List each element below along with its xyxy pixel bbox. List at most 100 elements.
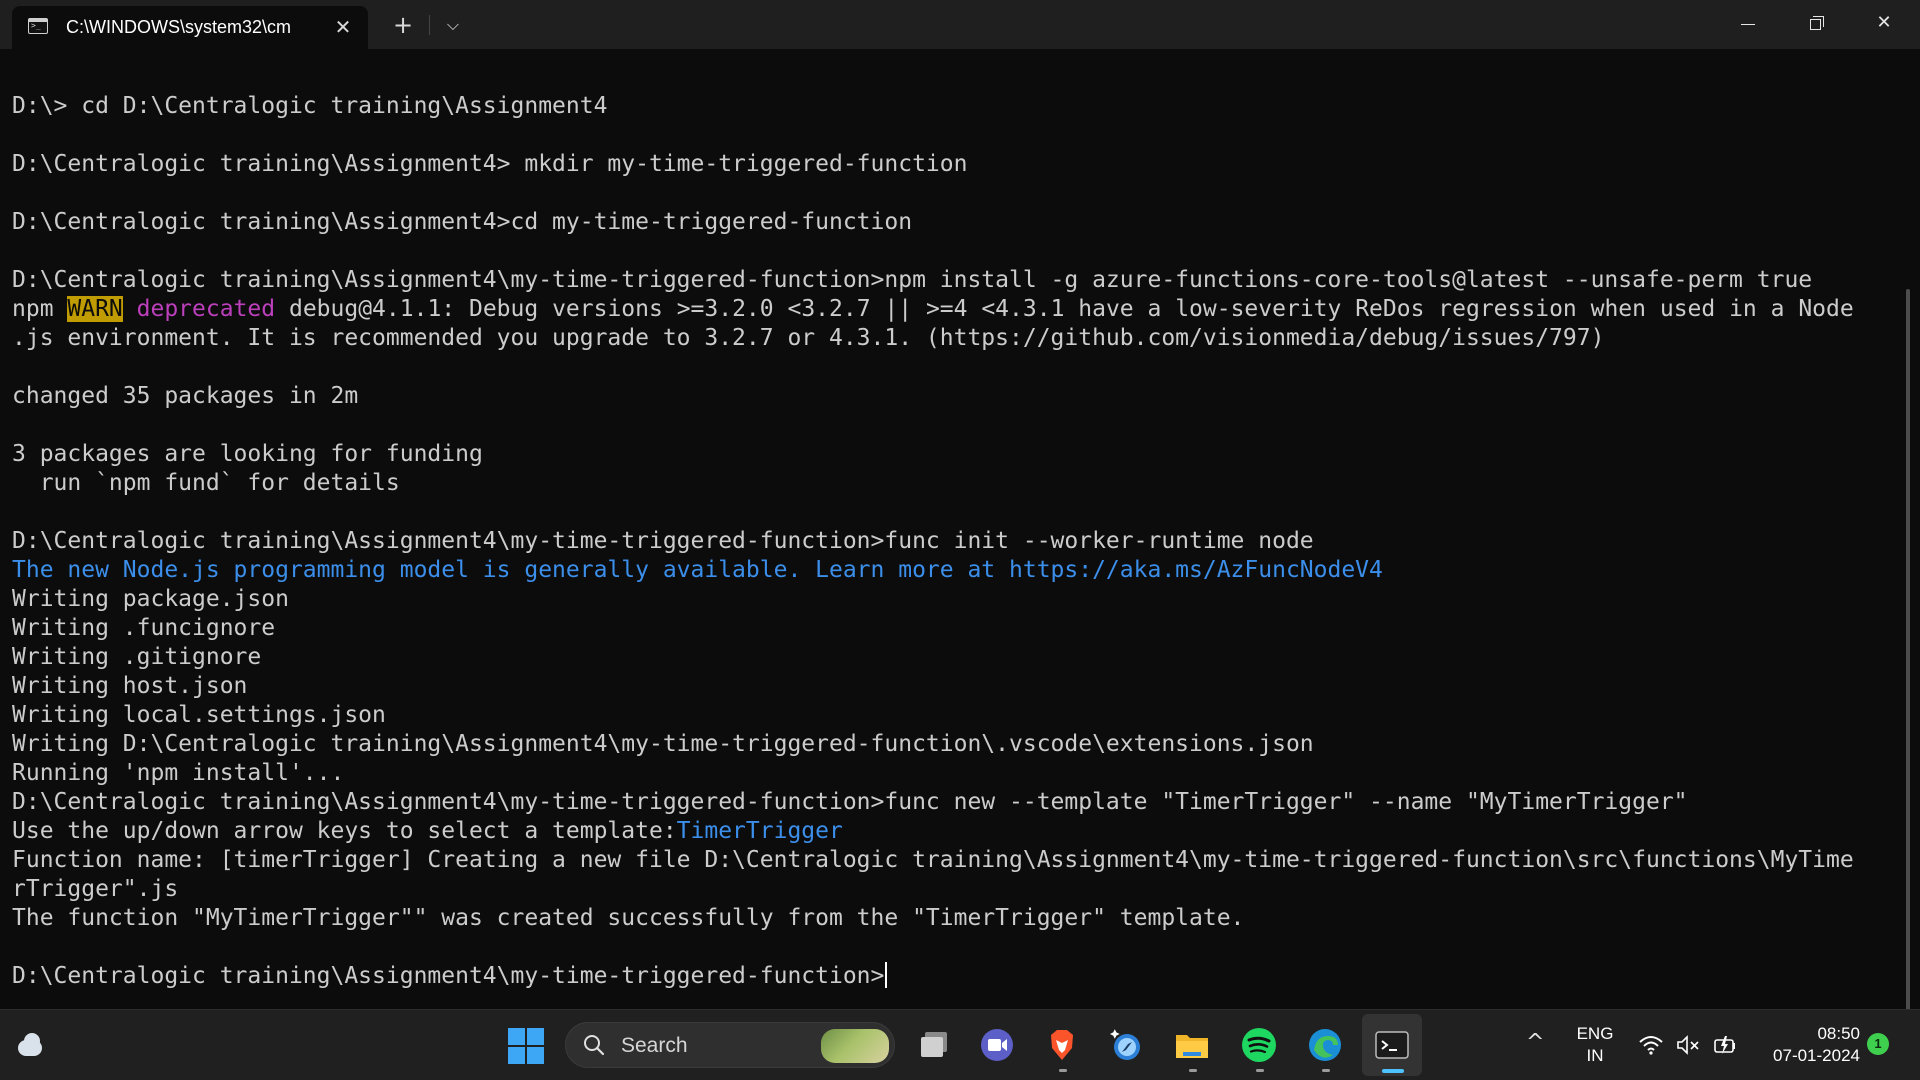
teams-meet-icon[interactable] <box>978 1026 1016 1064</box>
tab-cmd[interactable]: C:\WINDOWS\system32\cm ✕ <box>12 6 368 49</box>
windows-logo-pane <box>527 1028 544 1045</box>
clock[interactable]: 08:50 07-01-2024 <box>1752 1023 1860 1067</box>
console-text-segment: The function "MyTimerTrigger"" was creat… <box>12 905 1245 931</box>
edge-browser-icon[interactable] <box>1306 1026 1344 1064</box>
cloud-shape-base <box>18 1040 42 1056</box>
console-output[interactable]: D:\> cd D:\Centralogic training\Assignme… <box>0 49 1920 1029</box>
console-text-segment: Running 'npm install'... <box>12 760 345 786</box>
windows-logo-pane <box>508 1028 525 1045</box>
region-code: IN <box>1586 1046 1604 1065</box>
console-line: Writing .gitignore <box>12 643 1892 672</box>
console-text-segment: rTrigger".js <box>12 876 179 902</box>
close-window-button[interactable]: ✕ <box>1850 0 1918 49</box>
console-line: Writing D:\Centralogic training\Assignme… <box>12 730 1892 759</box>
close-tab-icon[interactable]: ✕ <box>328 12 358 42</box>
console-line: Running 'npm install'... <box>12 759 1892 788</box>
minimize-icon <box>1741 24 1755 25</box>
console-line: The function "MyTimerTrigger"" was creat… <box>12 904 1892 933</box>
brave-browser-icon[interactable] <box>1043 1026 1081 1064</box>
console-line: D:\Centralogic training\Assignment4\my-t… <box>12 962 1892 991</box>
console-text-segment: TimerTrigger <box>676 818 843 844</box>
console-text-segment: D:\> cd D:\Centralogic training\Assignme… <box>12 93 608 119</box>
taskbar: Search ^ ENG IN 08:50 07-01-2024 1 <box>0 1009 1920 1080</box>
language-code: ENG <box>1576 1024 1614 1043</box>
console-text-segment: Writing local.settings.json <box>12 702 386 728</box>
explorer-running-indicator <box>1189 1069 1197 1072</box>
console-text-segment: Writing host.json <box>12 673 248 699</box>
windows-logo-pane <box>508 1047 525 1064</box>
weather-widget-icon[interactable] <box>14 1030 48 1064</box>
console-text-segment: Writing package.json <box>12 586 289 612</box>
spotify-icon[interactable] <box>1240 1026 1278 1064</box>
edge-running-indicator <box>1322 1069 1330 1072</box>
text-cursor <box>885 962 888 988</box>
console-text-segment <box>123 296 137 322</box>
vertical-scrollbar[interactable] <box>1906 289 1910 1029</box>
start-button[interactable] <box>508 1028 544 1064</box>
search-label: Search <box>621 1034 688 1057</box>
console-line: D:\Centralogic training\Assignment4>cd m… <box>12 208 1892 237</box>
console-line: The new Node.js programming model is gen… <box>12 556 1892 585</box>
browser-compass-icon[interactable] <box>1108 1026 1146 1064</box>
console-line: D:\Centralogic training\Assignment4\my-t… <box>12 266 1892 295</box>
notification-badge[interactable]: 1 <box>1867 1033 1889 1055</box>
console-line: D:\> cd D:\Centralogic training\Assignme… <box>12 92 1892 121</box>
volume-muted-icon[interactable] <box>1675 1032 1701 1058</box>
warn-label: WARN <box>67 296 123 322</box>
file-explorer-icon[interactable] <box>1173 1026 1211 1064</box>
brave-running-indicator <box>1059 1069 1067 1072</box>
console-line: Function name: [timerTrigger] Creating a… <box>12 846 1892 875</box>
console-line: D:\Centralogic training\Assignment4\my-t… <box>12 527 1892 556</box>
task-view-icon[interactable] <box>915 1026 953 1064</box>
show-hidden-icons-chevron-icon[interactable]: ^ <box>1526 1030 1544 1055</box>
clock-date: 07-01-2024 <box>1773 1046 1860 1065</box>
windows-logo-pane <box>527 1047 544 1064</box>
console-text-segment: debug@4.1.1: Debug versions >=3.2.0 <3.2… <box>275 296 1854 322</box>
console-text-segment: Use the up/down arrow keys to select a t… <box>12 818 677 844</box>
console-text[interactable]: D:\> cd D:\Centralogic training\Assignme… <box>12 92 1892 991</box>
terminal-active-indicator <box>1382 1069 1404 1073</box>
new-tab-button[interactable]: + <box>386 8 420 42</box>
console-text-segment: .js environment. It is recommended you u… <box>12 325 1605 351</box>
console-line: Use the up/down arrow keys to select a t… <box>12 817 1892 846</box>
clock-time: 08:50 <box>1817 1024 1860 1043</box>
console-text-segment: Writing .gitignore <box>12 644 262 670</box>
terminal-window: C:\WINDOWS\system32\cm ✕ + ⌵ ✕ D:\> cd D… <box>0 0 1920 1080</box>
tab-dropdown-chevron-icon[interactable]: ⌵ <box>436 8 470 42</box>
console-line: changed 35 packages in 2m <box>12 382 1892 411</box>
console-line: Writing .funcignore <box>12 614 1892 643</box>
console-text-segment: D:\Centralogic training\Assignment4\my-t… <box>12 963 885 989</box>
console-text-segment: D:\Centralogic training\Assignment4\my-t… <box>12 789 1688 815</box>
title-bar[interactable]: C:\WINDOWS\system32\cm ✕ + ⌵ ✕ <box>0 0 1920 49</box>
terminal-taskbar-button[interactable] <box>1362 1014 1422 1076</box>
console-line: .js environment. It is recommended you u… <box>12 324 1892 353</box>
restore-icon-front <box>1810 19 1821 30</box>
search-icon <box>584 1035 605 1056</box>
restore-button[interactable] <box>1782 0 1850 49</box>
console-line: D:\Centralogic training\Assignment4\my-t… <box>12 788 1892 817</box>
console-line: Writing host.json <box>12 672 1892 701</box>
search-highlight-image <box>821 1029 889 1063</box>
console-line: Writing local.settings.json <box>12 701 1892 730</box>
tab-title: C:\WINDOWS\system32\cm <box>66 17 292 37</box>
console-text-segment: Function name: [timerTrigger] Creating a… <box>12 847 1854 873</box>
console-text-segment: changed 35 packages in 2m <box>12 383 359 409</box>
console-text-segment: Writing .funcignore <box>12 615 276 641</box>
console-line: run `npm fund` for details <box>12 469 1892 498</box>
terminal-icon <box>1375 1031 1409 1059</box>
spotify-running-indicator <box>1256 1069 1264 1072</box>
console-line: 3 packages are looking for funding <box>12 440 1892 469</box>
input-language-indicator[interactable]: ENG IN <box>1574 1023 1616 1067</box>
taskbar-search[interactable]: Search <box>565 1022 895 1068</box>
console-text-segment: 3 packages are looking for funding <box>12 441 483 467</box>
battery-charging-icon[interactable] <box>1712 1032 1738 1058</box>
wifi-icon[interactable] <box>1638 1032 1664 1058</box>
console-line: rTrigger".js <box>12 875 1892 904</box>
command-prompt-icon <box>28 18 48 34</box>
minimize-button[interactable] <box>1714 0 1782 49</box>
